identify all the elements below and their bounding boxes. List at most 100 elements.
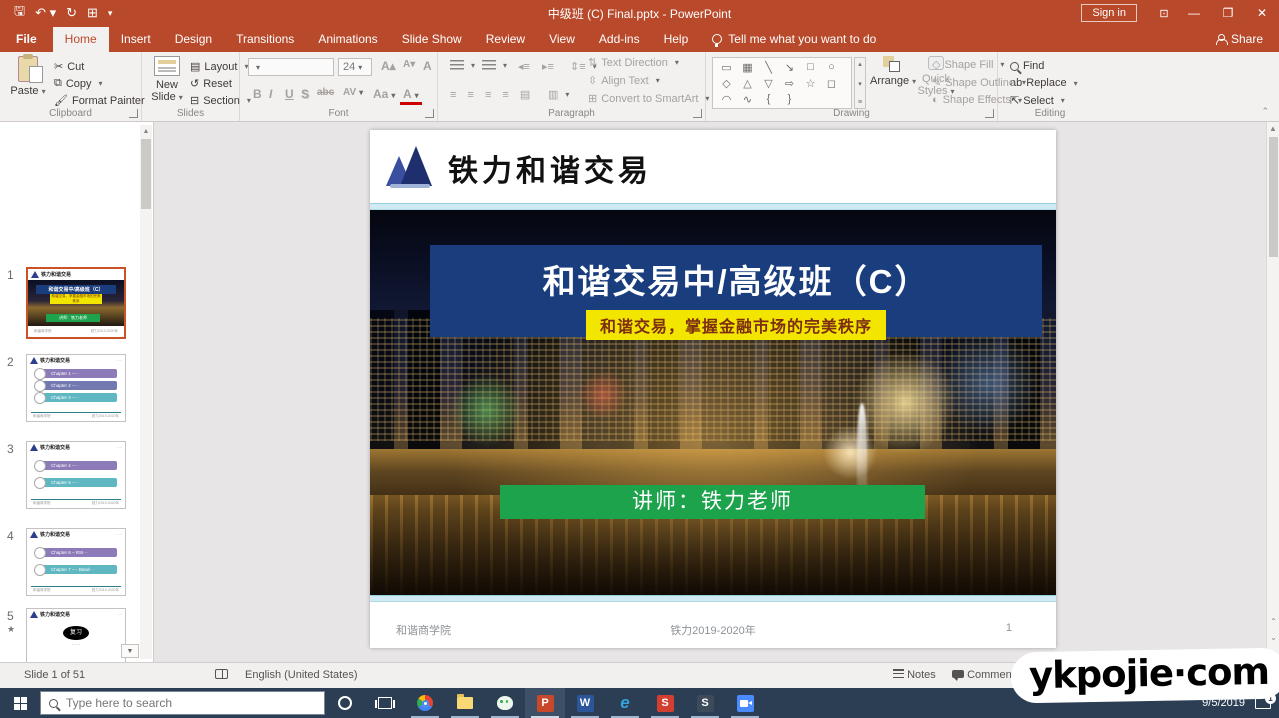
shape-outline-button[interactable]: ✎ Shape Outline	[932, 76, 1026, 89]
tab-view[interactable]: View	[537, 27, 587, 52]
search-input[interactable]	[66, 696, 296, 710]
shape-fill-button[interactable]: ◇ Shape Fill	[932, 58, 1004, 71]
scrollbar-thumb[interactable]	[141, 139, 151, 209]
start-button[interactable]	[0, 688, 40, 718]
instructor-textbox[interactable]: 讲师：铁力老师	[500, 485, 925, 519]
tab-help[interactable]: Help	[652, 27, 701, 52]
shape-effects-button[interactable]: ◐ Shape Effects	[932, 94, 1022, 106]
redo-icon[interactable]: ↻	[66, 5, 77, 21]
strikethrough-icon[interactable]: abc	[314, 86, 337, 99]
font-color-icon[interactable]: A	[400, 86, 422, 105]
thumbnail-slide-2[interactable]: 铁力和谐交易···· Chapter 1 –··· Chapter 2 –···…	[26, 354, 126, 422]
minimize-button[interactable]: —	[1177, 0, 1211, 26]
paste-button[interactable]: Paste	[8, 56, 48, 97]
clipboard-dialog-launcher[interactable]	[129, 109, 138, 118]
cut-button[interactable]: ✂ Cut	[54, 60, 84, 73]
previous-slide-button[interactable]: ⌃	[1267, 614, 1279, 630]
font-name-combobox[interactable]	[248, 58, 334, 76]
tab-addins[interactable]: Add-ins	[587, 27, 652, 52]
italic-icon[interactable]: I	[266, 86, 275, 102]
powerpoint-icon: P	[537, 695, 554, 712]
customize-qat-icon[interactable]: ▾	[108, 8, 113, 19]
change-case-icon[interactable]: Aa	[370, 86, 398, 102]
notes-toggle[interactable]: Notes	[893, 669, 936, 681]
scroll-up-icon[interactable]: ▲	[140, 125, 152, 138]
numbering-icon[interactable]	[482, 60, 507, 70]
comment-icon	[952, 670, 964, 678]
edge-taskbar-button[interactable]: e	[605, 688, 645, 718]
save-icon[interactable]: 🖫	[14, 2, 25, 24]
powerpoint-taskbar-button[interactable]: P	[525, 688, 565, 718]
collapse-ribbon-icon[interactable]: ⌃	[1261, 106, 1269, 117]
underline-icon[interactable]: U	[282, 86, 297, 102]
scroll-up-icon[interactable]: ▲	[1267, 122, 1279, 136]
zoom-app-button[interactable]	[725, 688, 765, 718]
animation-star-icon: ★	[7, 624, 15, 635]
slide-scrollbar[interactable]: ▲ ⌃ ⌄ ▼	[1266, 122, 1279, 662]
sign-in-button[interactable]: Sign in	[1081, 4, 1137, 22]
bullets-icon[interactable]	[450, 60, 475, 70]
title-textbox[interactable]: 和谐交易中/高级班（C） 和谐交易，掌握金融市场的完美秩序	[430, 245, 1042, 337]
wechat-button[interactable]	[485, 688, 525, 718]
font-size-combobox[interactable]: 24	[338, 58, 372, 76]
reset-button[interactable]: ↺ Reset	[190, 77, 232, 90]
thumbnail-scrollbar[interactable]: ▲	[140, 125, 152, 659]
shapes-gallery[interactable]: ▭▦╲↘□○ ◇△▽⇨☆◻ ◠∿{}	[712, 57, 852, 109]
shapes-gallery-scrollbar[interactable]: ▴▾≡	[854, 57, 866, 109]
app-s-dark-button[interactable]: S	[685, 688, 725, 718]
columns-icon[interactable]: ▥	[548, 88, 569, 101]
brand-logo-icon	[386, 144, 434, 188]
format-painter-button[interactable]: 🖌 Format Painter	[54, 94, 145, 107]
shrink-font-icon[interactable]: A▾	[400, 58, 418, 71]
grow-font-icon[interactable]: A▴	[378, 58, 399, 74]
cortana-button[interactable]	[325, 688, 365, 718]
font-dialog-launcher[interactable]	[425, 109, 434, 118]
undo-icon[interactable]: ↶ ▾	[35, 5, 56, 21]
align-text-button[interactable]: ⇳ Align Text	[588, 74, 660, 87]
close-button[interactable]: ✕	[1245, 0, 1279, 26]
task-view-button[interactable]	[365, 688, 405, 718]
character-spacing-icon[interactable]: AV	[340, 86, 366, 99]
bold-icon[interactable]: B	[250, 86, 265, 102]
find-button[interactable]: Find	[1010, 60, 1044, 72]
tab-transitions[interactable]: Transitions	[224, 27, 306, 52]
taskbar-search[interactable]	[40, 691, 325, 715]
text-direction-button[interactable]: ⇅ Text Direction	[588, 56, 679, 69]
text-shadow-icon[interactable]: S	[298, 86, 312, 102]
start-slideshow-icon[interactable]: ⊞	[87, 5, 98, 21]
paragraph-dialog-launcher[interactable]	[693, 109, 702, 118]
increase-indent-icon[interactable]: ▸≡	[542, 60, 554, 73]
tell-me-box[interactable]: Tell me what you want to do	[700, 27, 888, 52]
chrome-taskbar-button[interactable]	[405, 688, 445, 718]
convert-smartart-button[interactable]: ⊞ Convert to SmartArt	[588, 92, 709, 105]
panel-scroll-down-button[interactable]: ▼	[121, 644, 139, 658]
thumbnail-slide-3[interactable]: 铁力和谐交易···· Chapter 4 –··· Chapter 5 –···…	[26, 441, 126, 509]
thumbnail-slide-4[interactable]: 铁力和谐交易···· Chapter 6 – RSI··· Chapter 7 …	[26, 528, 126, 596]
arrange-button[interactable]: Arrange	[870, 56, 914, 87]
next-slide-button[interactable]: ⌄	[1267, 630, 1279, 646]
decrease-indent-icon[interactable]: ◂≡	[518, 60, 530, 73]
tab-review[interactable]: Review	[474, 27, 537, 52]
new-slide-button[interactable]: New Slide	[146, 56, 188, 103]
tab-design[interactable]: Design	[163, 27, 224, 52]
clear-formatting-icon[interactable]: A	[420, 58, 435, 74]
share-button[interactable]: Share	[1200, 27, 1279, 52]
tab-insert[interactable]: Insert	[109, 27, 163, 52]
word-taskbar-button[interactable]: W	[565, 688, 605, 718]
app-s-red-button[interactable]: S	[645, 688, 685, 718]
word-icon: W	[577, 695, 594, 712]
language-status[interactable]: English (United States)	[245, 669, 358, 681]
file-explorer-button[interactable]	[445, 688, 485, 718]
restore-button[interactable]: ❐	[1211, 0, 1245, 26]
comments-toggle[interactable]: Comments	[952, 669, 1020, 681]
copy-button[interactable]: ⧉ Copy	[54, 77, 103, 90]
thumbnail-slide-1[interactable]: 铁力和谐交易 和谐交易中/高级班（C） 和谐交易，掌握金融市场的完美秩序 讲师：…	[26, 267, 126, 339]
slide-canvas[interactable]: 铁力和谐交易 和谐交易中/高级班（C） 和谐交易，掌握金融市场的完美秩序 讲师：…	[370, 130, 1056, 648]
tab-file[interactable]: File	[0, 27, 53, 52]
align-buttons[interactable]: ≡ ≡ ≡ ≡ ▤	[450, 88, 534, 101]
tab-home[interactable]: Home	[53, 27, 109, 52]
tab-animations[interactable]: Animations	[306, 27, 389, 52]
scrollbar-thumb[interactable]	[1269, 137, 1278, 257]
tab-slideshow[interactable]: Slide Show	[390, 27, 474, 52]
ribbon-display-options-icon[interactable]: ⊡	[1151, 0, 1177, 26]
